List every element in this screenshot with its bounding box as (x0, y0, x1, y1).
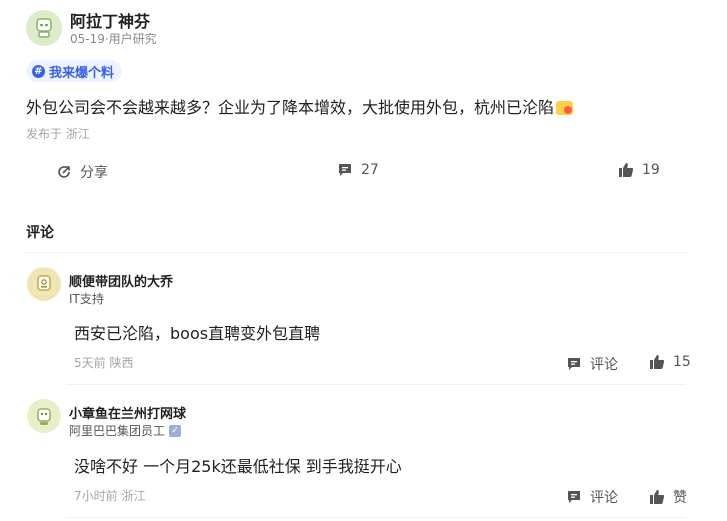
comment-like-label: 赞 (673, 490, 687, 506)
comment-like-button[interactable]: 赞 (649, 487, 687, 507)
comment-author-name[interactable]: 顺便带团队的大乔 (69, 271, 173, 290)
like-count: 19 (642, 162, 660, 178)
thumbs-up-icon (650, 355, 665, 369)
post-meta: 05-19·用户研究 (70, 32, 157, 46)
comment-icon (339, 164, 351, 176)
post-text-content: 外包公司会不会越来越多？企业为了降本增效，大批使用外包，杭州已沦陷 (26, 98, 555, 117)
comment-reply-button[interactable]: 评论 (566, 354, 618, 374)
like-button[interactable]: 19 (618, 162, 660, 178)
share-button[interactable]: 分享 (56, 162, 108, 182)
comment-divider (66, 517, 686, 518)
author-avatar[interactable] (26, 10, 62, 46)
avatar-icon (37, 275, 51, 291)
post-location: 发布于 浙江 (26, 127, 90, 141)
comment-avatar[interactable] (27, 399, 61, 433)
comment-meta: 7小时前 浙江 (74, 489, 146, 503)
emoji-icon (556, 101, 574, 115)
verified-badge-icon: ✓ (169, 424, 182, 437)
comment-text: 没啥不好 一个月25k还最低社保 到手我挺开心 (74, 457, 402, 476)
share-label: 分享 (80, 165, 108, 181)
comment-text: 西安已沦陷，boos直聘变外包直聘 (74, 324, 321, 343)
post-author-name[interactable]: 阿拉丁神芬 (70, 8, 150, 32)
comment-author-title: IT支持 (69, 292, 104, 306)
share-icon (58, 166, 70, 178)
comment-button[interactable]: 27 (337, 162, 379, 178)
avatar-icon (37, 408, 51, 425)
post-text: 外包公司会不会越来越多？企业为了降本增效，大批使用外包，杭州已沦陷 (26, 94, 574, 118)
comment-like-count: 15 (673, 354, 691, 370)
hashtag-icon: # (32, 64, 45, 78)
comment-icon (568, 491, 580, 503)
thumbs-up-icon (619, 163, 634, 177)
section-divider (26, 252, 686, 253)
topic-tag-label: 我来爆个料 (49, 65, 115, 81)
comment-author-title: 阿里巴巴集团员工 (69, 424, 166, 438)
comment-author-name[interactable]: 小章鱼在兰州打网球 (69, 403, 186, 422)
comments-section-title: 评论 (26, 225, 54, 241)
comment-avatar[interactable] (27, 267, 61, 301)
comment-divider (66, 384, 686, 385)
comment-icon (568, 358, 580, 370)
comment-reply-label: 评论 (590, 357, 618, 373)
comment-author-title-row: 阿里巴巴集团员工 ✓ (69, 422, 182, 439)
topic-tag[interactable]: # 我来爆个料 (26, 60, 123, 82)
comment-count: 27 (361, 162, 379, 178)
comment-reply-label: 评论 (590, 490, 618, 506)
comment-meta: 5天前 陕西 (74, 356, 134, 370)
comment-like-button[interactable]: 15 (649, 354, 691, 370)
avatar-icon (36, 18, 52, 38)
comment-reply-button[interactable]: 评论 (566, 487, 618, 507)
thumbs-up-icon (650, 490, 665, 504)
